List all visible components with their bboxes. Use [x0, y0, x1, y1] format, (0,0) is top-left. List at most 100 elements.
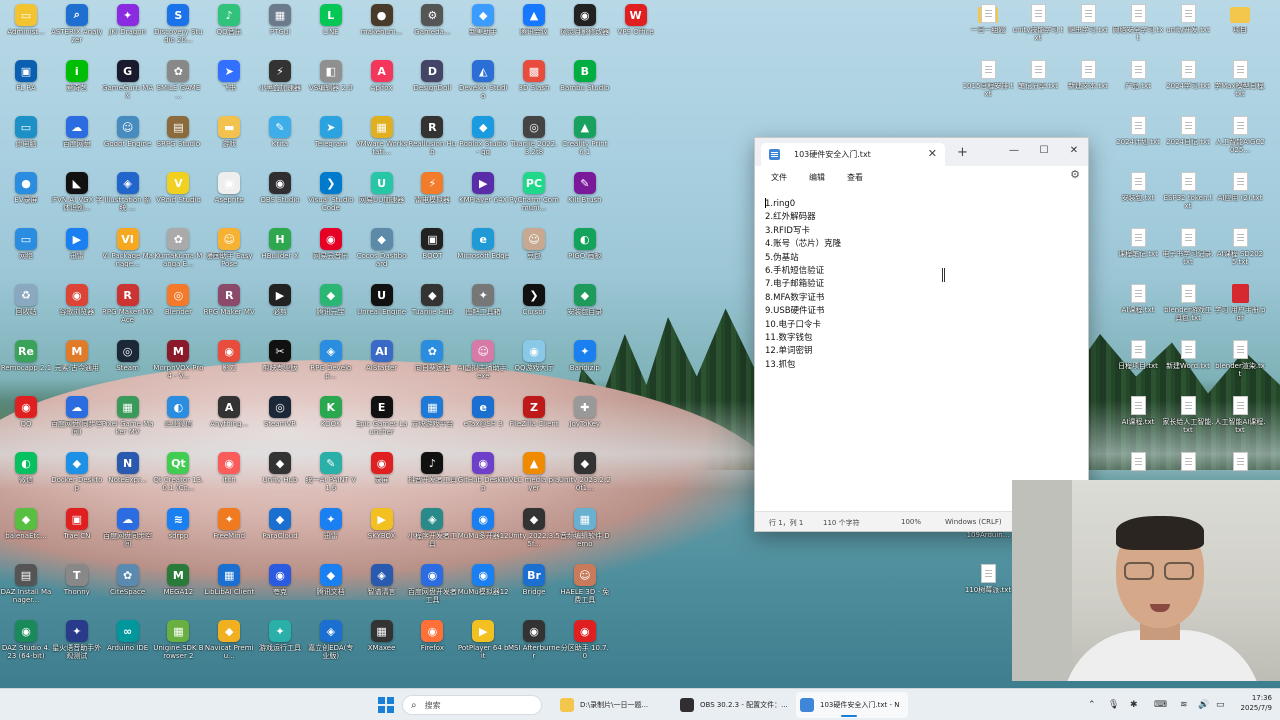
desktop-shortcut[interactable]: ✎ Krita: [254, 112, 306, 166]
desktop-shortcut[interactable]: ▦ Pixel Game Maker MV: [102, 392, 154, 446]
desktop-shortcut[interactable]: ◈ 智谱清言: [356, 560, 408, 614]
desktop-shortcut[interactable]: ▤ SRPG Studio: [152, 112, 204, 166]
desktop-shortcut[interactable]: ◉ 风灵月影修改器: [559, 0, 611, 54]
desktop-shortcut[interactable]: ▭ Administ...: [0, 0, 52, 54]
taskbar-app-explorer[interactable]: D:\录制片\一日一题...: [556, 692, 668, 718]
desktop-file[interactable]: 家长给人工智能.txt: [1162, 392, 1214, 446]
desktop-file[interactable]: 人工智能AI课程.txt: [1214, 392, 1266, 446]
desktop-shortcut[interactable]: ◣ IFVN AI VGX 字体识别...: [51, 168, 103, 222]
desktop-file[interactable]: 产品.txt: [1112, 56, 1164, 110]
desktop-file[interactable]: 新建文本.txt: [1062, 56, 1114, 110]
desktop-shortcut[interactable]: ▦ 音频编辑软件 Demo: [559, 504, 611, 558]
desktop-file[interactable]: blender游戏工具包.txt: [1162, 280, 1214, 334]
desktop-shortcut[interactable]: B Bambu Studio: [559, 56, 611, 110]
desktop-shortcut[interactable]: ✦ 游戏运行工具: [254, 616, 306, 670]
desktop-shortcut[interactable]: ● makehum...: [356, 0, 408, 54]
desktop-shortcut[interactable]: U 网易UU加速器: [356, 168, 408, 222]
desktop-shortcut[interactable]: T Thonny: [51, 560, 103, 614]
desktop-shortcut[interactable]: ◉ MuMu模拟器12: [457, 560, 509, 614]
desktop-shortcut[interactable]: ✎ Kilt Brush: [559, 168, 611, 222]
close-tab-icon[interactable]: ✕: [928, 147, 937, 160]
desktop-shortcut[interactable]: ▲ 腾讯会议: [508, 0, 560, 54]
desktop-file[interactable]: 课程笔记.txt: [1112, 224, 1164, 278]
desktop-shortcut[interactable]: ▦ 方块游戏平台: [406, 392, 458, 446]
desktop-file[interactable]: 安装包.txt: [1112, 168, 1164, 222]
desktop-shortcut[interactable]: ▶ SKYBOX: [356, 504, 408, 558]
desktop-shortcut[interactable]: ✎ 统一AI PAINT V1.6: [305, 448, 357, 502]
menu-edit[interactable]: 编辑: [803, 170, 831, 185]
desktop-shortcut[interactable]: ✦ JKI Dragon: [102, 0, 154, 54]
desktop-shortcut[interactable]: ☺ 豆包: [508, 224, 560, 278]
notepad-text-editor[interactable]: 1.ring0 2.红外解码器 3.RFID写卡 4.账号（芯片）克隆 5.伪基站 6.手…: [755, 194, 1088, 512]
desktop-shortcut[interactable]: ❯ Visual Studio Code: [305, 168, 357, 222]
desktop-shortcut[interactable]: ◐ 企业微信: [152, 392, 204, 446]
desktop-shortcut[interactable]: ▶ 迅雷: [51, 224, 103, 278]
desktop-shortcut[interactable]: ◆ Docker Desktop: [51, 448, 103, 502]
desktop-file[interactable]: 学习 用户手册.pdf: [1214, 280, 1266, 334]
tray-volume-icon[interactable]: 🔊: [1198, 689, 1209, 720]
desktop-shortcut[interactable]: ◉ MSI Afterburner: [508, 616, 560, 670]
desktop-shortcut[interactable]: Qt Qt Creator 13.0.1 (Co...: [152, 448, 204, 502]
desktop-shortcut[interactable]: ▭ 网络: [0, 224, 52, 278]
desktop-shortcut[interactable]: ◉ 影刀: [203, 336, 255, 390]
desktop-shortcut[interactable]: ◉ 谷歌浏览器: [51, 280, 103, 334]
desktop-shortcut[interactable]: ✿ CiteSpace: [102, 560, 154, 614]
desktop-shortcut[interactable]: ❯ Cursor: [508, 280, 560, 334]
minimize-icon[interactable]: —: [1003, 142, 1025, 158]
desktop-shortcut[interactable]: ▲ Creality Print 6.1: [559, 112, 611, 166]
desktop-shortcut[interactable]: R Reallusion Hub: [406, 112, 458, 166]
desktop-file[interactable]: 爬虫学习.txt: [1062, 0, 1114, 54]
desktop-shortcut[interactable]: ⚡ 雷电模拟器: [406, 168, 458, 222]
desktop-shortcut[interactable]: e eTax@SH 3: [457, 392, 509, 446]
new-tab-icon[interactable]: +: [957, 145, 968, 160]
desktop-file[interactable]: AI课程 SD2025.txt: [1214, 224, 1266, 278]
desktop-shortcut[interactable]: ◎ Blender: [152, 280, 204, 334]
desktop-shortcut[interactable]: ◉ QQ: [0, 392, 52, 446]
desktop-shortcut[interactable]: ✿ KumaKuma Manga E...: [152, 224, 204, 278]
desktop-shortcut[interactable]: ▦ VMware Workstati...: [356, 112, 408, 166]
desktop-shortcut[interactable]: ◉ 录屏: [356, 448, 408, 502]
menu-file[interactable]: 文件: [765, 170, 793, 185]
desktop-file[interactable]: 1015日程安排.txt: [962, 56, 1014, 110]
tray-microphone-icon[interactable]: 🎙: [1108, 689, 1119, 720]
desktop-shortcut[interactable]: ◉ itch: [203, 448, 255, 502]
desktop-shortcut[interactable]: L LINE: [305, 0, 357, 54]
desktop-shortcut[interactable]: ▣ BOOT: [406, 224, 458, 278]
desktop-shortcut[interactable]: ◆ Tuanjie Hub: [406, 280, 458, 334]
settings-gear-icon[interactable]: ⚙: [1070, 168, 1080, 181]
desktop-shortcut[interactable]: ◐ PIGO 画板: [559, 224, 611, 278]
desktop-file[interactable]: 一日一组题: [962, 0, 1014, 54]
desktop-shortcut[interactable]: ◆ Unity 2022.3.55f...: [508, 504, 560, 558]
desktop-file[interactable]: AI课程.txt: [1112, 392, 1164, 446]
desktop-shortcut[interactable]: ▣ Aseprite: [203, 168, 255, 222]
desktop-shortcut[interactable]: ◎ SteamVR: [254, 392, 306, 446]
maximize-icon[interactable]: ☐: [1033, 142, 1055, 158]
desktop-shortcut[interactable]: R RPG Maker MX Ace: [102, 280, 154, 334]
notepad-titlebar[interactable]: 103硬件安全入门.txt ✕ + — ☐ ✕: [755, 138, 1088, 166]
desktop-shortcut[interactable]: Br Bridge: [508, 560, 560, 614]
desktop-shortcut[interactable]: ∞ Arduino IDE: [102, 616, 154, 670]
desktop-shortcut[interactable]: ◆ 安装包目录: [559, 280, 611, 334]
desktop-shortcut[interactable]: i 爱奇艺: [51, 56, 103, 110]
desktop-shortcut[interactable]: ➤ Telegram: [305, 112, 357, 166]
desktop-shortcut[interactable]: ◆ balenaEtc...: [0, 504, 52, 558]
desktop-file[interactable]: 110树莓派.txt: [962, 560, 1014, 614]
desktop-shortcut[interactable]: ♻ 回收站: [0, 280, 52, 334]
desktop-shortcut[interactable]: ◉ Firefox: [406, 616, 458, 670]
desktop-shortcut[interactable]: M 元素·古今通用: [51, 336, 103, 390]
desktop-shortcut[interactable]: ✦ 图吧工具箱: [457, 280, 509, 334]
desktop-shortcut[interactable]: G GameGuru MAX: [102, 56, 154, 110]
desktop-shortcut[interactable]: K KOOK: [305, 392, 357, 446]
desktop-file[interactable]: 人工智能AIGC2025...: [1214, 112, 1266, 166]
desktop-file[interactable]: 电子书学习记录.txt: [1162, 224, 1214, 278]
taskbar-app-notepad[interactable]: 103硬件安全入门.txt - N: [796, 692, 908, 718]
desktop-shortcut[interactable]: ✿ SMILE GAME ...: [152, 56, 204, 110]
desktop-shortcut[interactable]: S Discovery Studio 20...: [152, 0, 204, 54]
desktop-shortcut[interactable]: R RPG Maker MV: [203, 280, 255, 334]
desktop-shortcut[interactable]: ◆ Unity Hub: [254, 448, 306, 502]
desktop-shortcut[interactable]: ▶ 必剪: [254, 280, 306, 334]
desktop-shortcut[interactable]: ◆ 腾讯文档: [305, 560, 357, 614]
desktop-shortcut[interactable]: ◉ 百度网盘开发者工具: [406, 560, 458, 614]
desktop-shortcut[interactable]: ◈ RPG Develop...: [305, 336, 357, 390]
desktop-shortcut[interactable]: ◉ MuMu多开器12: [457, 504, 509, 558]
